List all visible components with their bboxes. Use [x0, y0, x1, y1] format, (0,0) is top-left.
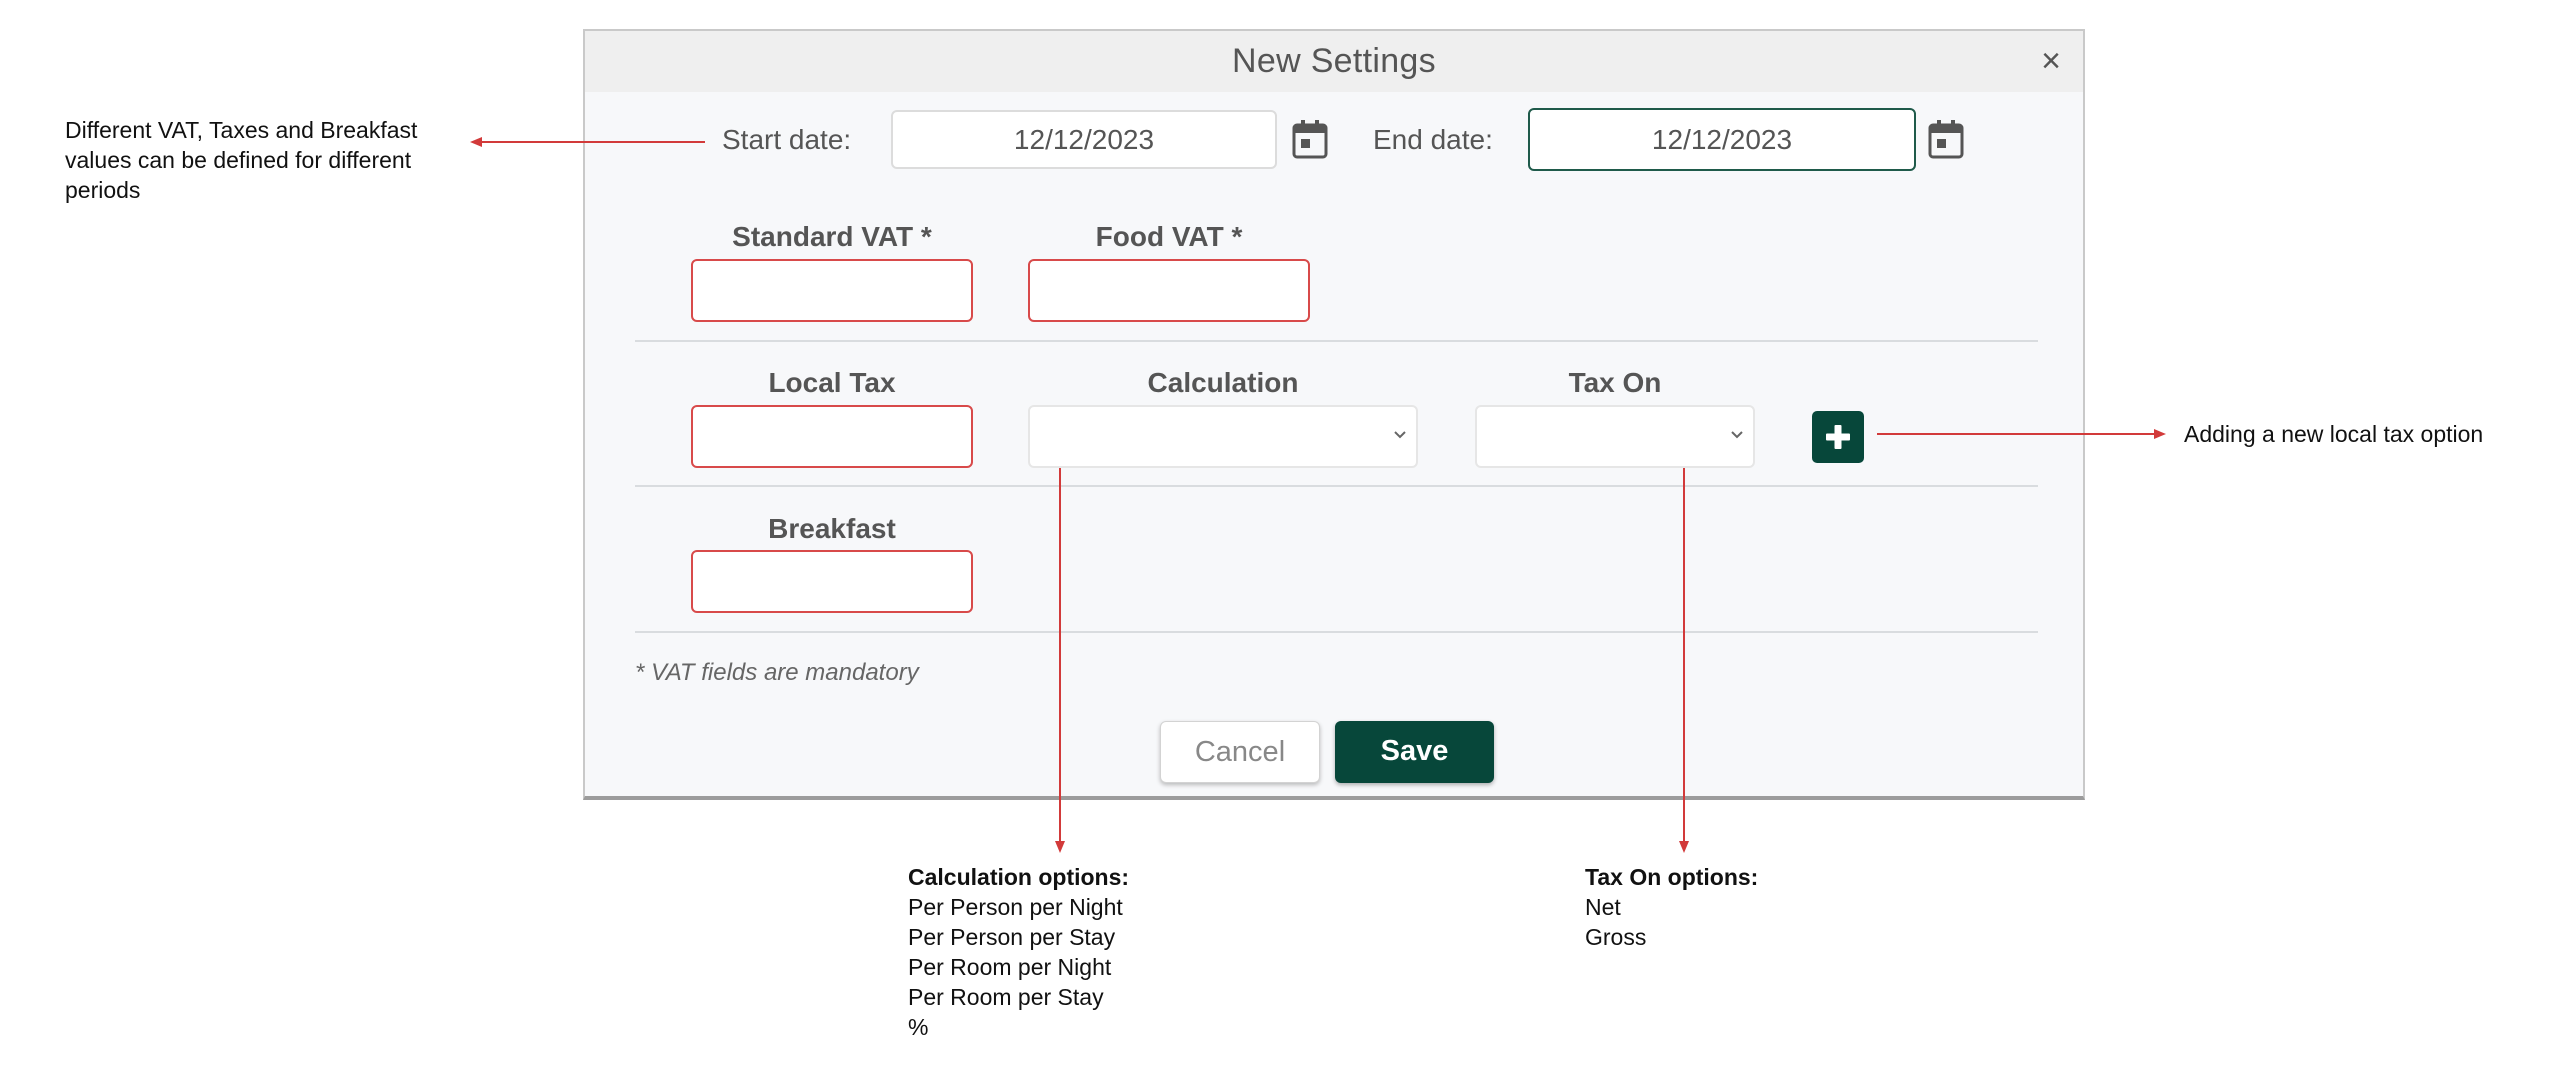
calculation-select[interactable] — [1028, 405, 1418, 468]
start-date-input[interactable]: 12/12/2023 — [891, 110, 1277, 169]
divider — [635, 340, 2038, 342]
close-icon[interactable]: × — [2033, 43, 2069, 79]
standard-vat-input[interactable] — [691, 259, 973, 322]
arrowhead-down-icon — [1679, 841, 1689, 853]
list-item: Per Room per Night — [908, 954, 1112, 980]
annotation-arrow-line — [1877, 433, 2155, 435]
annotation-text: values can be defined for different — [65, 147, 412, 173]
arrowhead-right-icon — [2154, 429, 2166, 439]
divider — [635, 485, 2038, 487]
calendar-icon[interactable] — [1292, 119, 1328, 159]
breakfast-label: Breakfast — [768, 513, 896, 544]
arrowhead-left-icon — [470, 137, 482, 147]
chevron-down-icon — [1731, 431, 1743, 439]
list-item: Per Person per Stay — [908, 924, 1116, 950]
calculation-label: Calculation — [1147, 367, 1299, 398]
annotation-title: Calculation options: — [908, 864, 1130, 890]
add-local-tax-button[interactable] — [1812, 411, 1864, 463]
breakfast-input[interactable] — [691, 550, 973, 613]
start-date-label: Start date: — [722, 124, 852, 155]
tax-on-select[interactable] — [1475, 405, 1755, 468]
end-date-input[interactable]: 12/12/2023 — [1528, 108, 1916, 171]
calculation-options-annotation: Calculation options: Per Person per Nigh… — [908, 862, 1129, 1042]
plus-icon — [1826, 425, 1850, 449]
list-item: % — [908, 1014, 929, 1040]
arrowhead-down-icon — [1055, 841, 1065, 853]
standard-vat-label: Standard VAT * — [732, 221, 932, 252]
divider — [635, 631, 2038, 633]
list-item: Net — [1585, 894, 1621, 920]
mandatory-note: * VAT fields are mandatory — [635, 659, 919, 686]
dialog-title: New Settings — [1232, 42, 1436, 80]
food-vat-label: Food VAT * — [1095, 221, 1243, 252]
end-date-label: End date: — [1373, 124, 1493, 155]
local-tax-input[interactable] — [691, 405, 973, 468]
new-settings-dialog: New Settings × Start date: 12/12/2023 En… — [583, 29, 2085, 800]
annotation-text: Different VAT, Taxes and Breakfast — [65, 117, 418, 143]
periods-annotation: Different VAT, Taxes and Breakfast value… — [65, 115, 465, 205]
annotation-arrow-line — [1059, 468, 1061, 846]
chevron-down-icon — [1394, 431, 1406, 439]
cancel-button[interactable]: Cancel — [1160, 721, 1320, 783]
calendar-icon[interactable] — [1928, 119, 1964, 159]
tax-on-label: Tax On — [1568, 367, 1662, 398]
list-item: Per Person per Night — [908, 894, 1123, 920]
add-tax-annotation: Adding a new local tax option — [2184, 421, 2484, 447]
annotation-arrow-line — [478, 141, 705, 143]
annotation-title: Tax On options: — [1585, 864, 1759, 890]
local-tax-label: Local Tax — [768, 367, 896, 398]
annotation-text: periods — [65, 177, 141, 203]
save-button[interactable]: Save — [1335, 721, 1494, 783]
tax-on-options-annotation: Tax On options: Net Gross — [1585, 862, 1758, 952]
food-vat-input[interactable] — [1028, 259, 1310, 322]
list-item: Gross — [1585, 924, 1647, 950]
annotation-arrow-line — [1683, 468, 1685, 846]
list-item: Per Room per Stay — [908, 984, 1104, 1010]
